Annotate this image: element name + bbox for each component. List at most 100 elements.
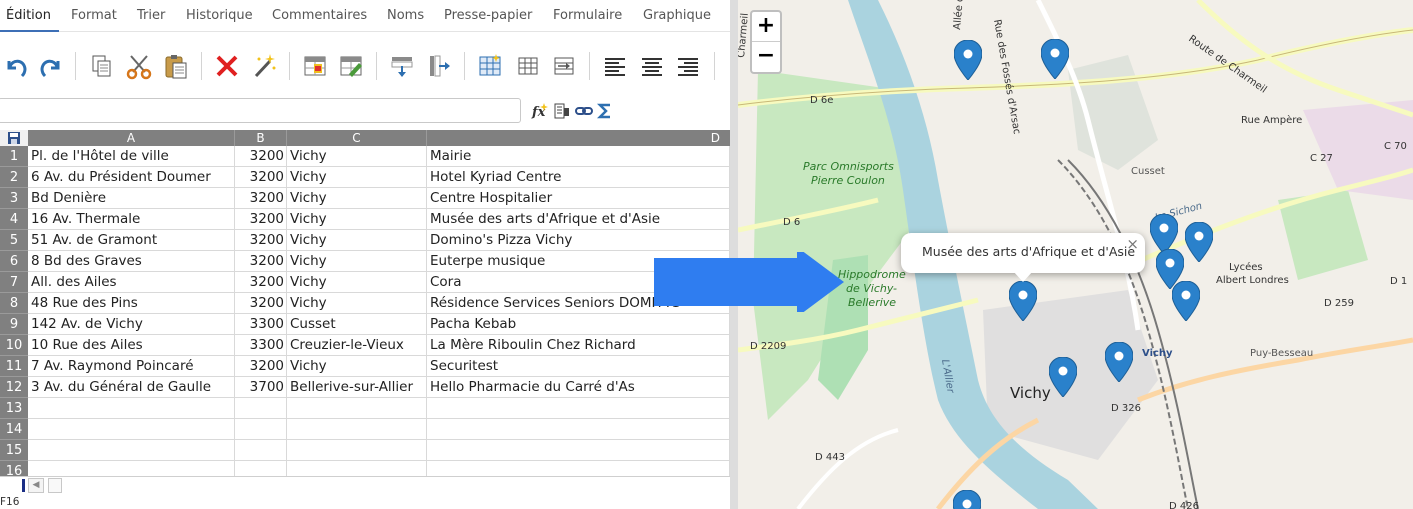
cell-a[interactable] bbox=[28, 440, 235, 461]
row-header[interactable]: 12 bbox=[0, 377, 28, 398]
cell-b[interactable] bbox=[235, 419, 287, 440]
sum-icon[interactable] bbox=[595, 101, 615, 121]
sheet-tab[interactable] bbox=[22, 479, 25, 492]
cell-d[interactable] bbox=[427, 461, 730, 476]
cell-b[interactable]: 3300 bbox=[235, 335, 287, 356]
edit-cells-icon[interactable] bbox=[335, 50, 367, 82]
column-header-b[interactable]: B bbox=[235, 130, 287, 146]
cell-a[interactable] bbox=[28, 461, 235, 476]
link-icon[interactable] bbox=[574, 101, 594, 121]
align-left-icon[interactable] bbox=[599, 50, 631, 82]
cell-b[interactable]: 3200 bbox=[235, 167, 287, 188]
row-header[interactable]: 7 bbox=[0, 272, 28, 293]
insert-columns-icon[interactable] bbox=[423, 50, 455, 82]
row-header[interactable]: 16 bbox=[0, 461, 28, 476]
map-marker[interactable] bbox=[1049, 357, 1077, 397]
cell-c[interactable]: Vichy bbox=[287, 167, 427, 188]
cell-c[interactable]: Vichy bbox=[287, 293, 427, 314]
row-header[interactable]: 14 bbox=[0, 419, 28, 440]
grid-icon[interactable] bbox=[512, 50, 544, 82]
cell-d[interactable]: Pacha Kebab bbox=[427, 314, 730, 335]
cell-b[interactable]: 3200 bbox=[235, 188, 287, 209]
cell-b[interactable]: 3200 bbox=[235, 209, 287, 230]
menu-sort[interactable]: Trier bbox=[129, 0, 173, 32]
align-right-icon[interactable] bbox=[672, 50, 704, 82]
cell-d[interactable]: Mairie bbox=[427, 146, 730, 167]
insert-row-icon[interactable] bbox=[299, 50, 331, 82]
formula-input[interactable] bbox=[0, 98, 521, 123]
zoom-in-button[interactable]: + bbox=[752, 12, 780, 42]
map-marker[interactable] bbox=[1172, 281, 1200, 321]
cell-b[interactable]: 3300 bbox=[235, 314, 287, 335]
cell-d[interactable] bbox=[427, 398, 730, 419]
cell-c[interactable] bbox=[287, 440, 427, 461]
map-marker[interactable] bbox=[953, 490, 981, 509]
cell-b[interactable] bbox=[235, 398, 287, 419]
cell-d[interactable]: Hotel Kyriad Centre bbox=[427, 167, 730, 188]
menu-names[interactable]: Noms bbox=[379, 0, 432, 32]
cell-a[interactable]: 51 Av. de Gramont bbox=[28, 230, 235, 251]
menu-format[interactable]: Format bbox=[63, 0, 125, 32]
horizontal-scrollbar[interactable] bbox=[48, 478, 62, 493]
cell-a[interactable]: 3 Av. du Général de Gaulle bbox=[28, 377, 235, 398]
map-marker[interactable] bbox=[1041, 39, 1069, 79]
cell-c[interactable]: Creuzier-le-Vieux bbox=[287, 335, 427, 356]
cell-b[interactable]: 3200 bbox=[235, 146, 287, 167]
row-header[interactable]: 4 bbox=[0, 209, 28, 230]
merge-cells-icon[interactable] bbox=[548, 50, 580, 82]
menu-history[interactable]: Historique bbox=[178, 0, 261, 32]
align-center-icon[interactable] bbox=[636, 50, 668, 82]
cell-a[interactable]: Pl. de l'Hôtel de ville bbox=[28, 146, 235, 167]
cell-b[interactable]: 3200 bbox=[235, 230, 287, 251]
cell-d[interactable]: Securitest bbox=[427, 356, 730, 377]
save-icon[interactable] bbox=[0, 130, 28, 146]
paste-icon[interactable] bbox=[160, 50, 192, 82]
row-header[interactable]: 15 bbox=[0, 440, 28, 461]
cell-c[interactable]: Vichy bbox=[287, 272, 427, 293]
cell-c[interactable]: Vichy bbox=[287, 209, 427, 230]
cell-d[interactable]: La Mère Riboulin Chez Richard bbox=[427, 335, 730, 356]
cell-a[interactable]: 7 Av. Raymond Poincaré bbox=[28, 356, 235, 377]
row-header[interactable]: 10 bbox=[0, 335, 28, 356]
cell-b[interactable]: 3200 bbox=[235, 272, 287, 293]
cut-icon[interactable] bbox=[123, 50, 155, 82]
cell-c[interactable]: Vichy bbox=[287, 230, 427, 251]
cell-a[interactable]: 8 Bd des Graves bbox=[28, 251, 235, 272]
cell-a[interactable]: 16 Av. Thermale bbox=[28, 209, 235, 230]
row-header[interactable]: 9 bbox=[0, 314, 28, 335]
cell-d[interactable]: Musée des arts d'Afrique et d'Asie bbox=[427, 209, 730, 230]
cell-b[interactable]: 3200 bbox=[235, 293, 287, 314]
row-header[interactable]: 2 bbox=[0, 167, 28, 188]
cell-b[interactable]: 3200 bbox=[235, 356, 287, 377]
table-icon[interactable] bbox=[474, 50, 506, 82]
row-header[interactable]: 13 bbox=[0, 398, 28, 419]
cell-a[interactable]: 142 Av. de Vichy bbox=[28, 314, 235, 335]
undo-icon[interactable] bbox=[0, 50, 32, 82]
fx-icon[interactable]: fx bbox=[530, 101, 550, 121]
cell-b[interactable] bbox=[235, 461, 287, 476]
cell-c[interactable]: Vichy bbox=[287, 356, 427, 377]
cell-c[interactable]: Bellerive-sur-Allier bbox=[287, 377, 427, 398]
cell-c[interactable]: Cusset bbox=[287, 314, 427, 335]
cell-a[interactable]: All. des Ailes bbox=[28, 272, 235, 293]
cell-c[interactable] bbox=[287, 419, 427, 440]
cell-b[interactable] bbox=[235, 440, 287, 461]
cell-c[interactable] bbox=[287, 398, 427, 419]
cell-d[interactable]: Domino's Pizza Vichy bbox=[427, 230, 730, 251]
menu-chart[interactable]: Graphique bbox=[635, 0, 719, 32]
row-header[interactable]: 1 bbox=[0, 146, 28, 167]
cell-b[interactable]: 3200 bbox=[235, 251, 287, 272]
cell-b[interactable]: 3700 bbox=[235, 377, 287, 398]
row-header[interactable]: 3 bbox=[0, 188, 28, 209]
insert-rows-below-icon[interactable] bbox=[386, 50, 418, 82]
scroll-left-icon[interactable]: ◀ bbox=[28, 478, 44, 493]
cell-c[interactable]: Vichy bbox=[287, 146, 427, 167]
cell-a[interactable]: 10 Rue des Ailes bbox=[28, 335, 235, 356]
cell-d[interactable] bbox=[427, 419, 730, 440]
cell-a[interactable]: 6 Av. du Président Doumer bbox=[28, 167, 235, 188]
row-header[interactable]: 11 bbox=[0, 356, 28, 377]
column-header-d[interactable]: D bbox=[427, 130, 730, 146]
cell-d[interactable]: Hello Pharmacie du Carré d'As bbox=[427, 377, 730, 398]
map-marker[interactable] bbox=[1150, 214, 1178, 254]
map-marker[interactable] bbox=[1105, 342, 1133, 382]
